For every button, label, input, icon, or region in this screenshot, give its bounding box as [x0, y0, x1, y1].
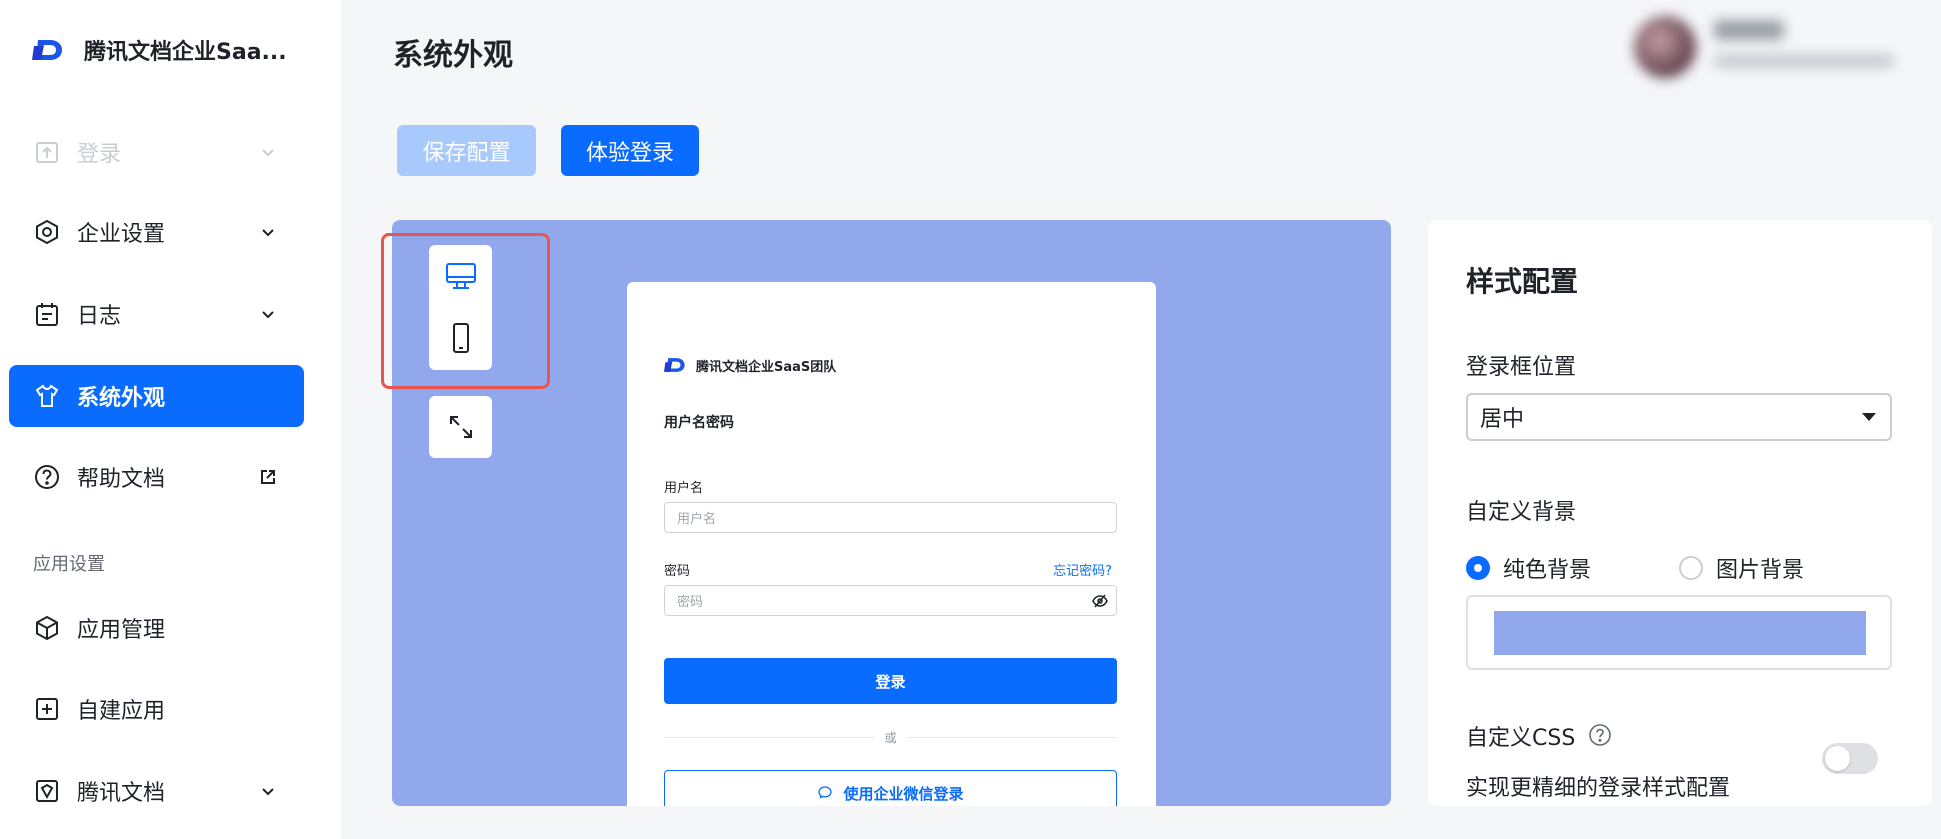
sidebar: 腾讯文档企业Saa... 登录 企业设置 日志 系统外观 帮助文档 应用设置 应… — [0, 0, 341, 839]
fullscreen-button[interactable] — [429, 396, 492, 458]
login-box-position-value: 居中 — [1480, 407, 1525, 432]
chevron-down-icon — [262, 229, 274, 237]
sidebar-item-custom-apps[interactable]: 自建应用 — [9, 678, 304, 740]
expand-icon — [449, 416, 472, 438]
sidebar-item-label: 腾讯文档 — [77, 781, 166, 806]
password-input[interactable]: 密码 — [664, 585, 1117, 616]
radio-label: 纯色背景 — [1503, 558, 1592, 583]
background-color-picker[interactable] — [1466, 595, 1892, 670]
radio-checked-icon — [1466, 556, 1490, 580]
forgot-password-link[interactable]: 忘记密码? — [1053, 560, 1112, 579]
brand[interactable]: 腾讯文档企业Saa... — [32, 34, 287, 66]
external-link-icon — [261, 470, 275, 484]
login-card-brand-name: 腾讯文档企业SaaS团队 — [696, 359, 837, 375]
cube-icon — [33, 614, 61, 642]
sidebar-item-login[interactable]: 登录 — [9, 121, 304, 183]
plus-square-icon — [33, 695, 61, 723]
shirt-icon — [33, 382, 61, 410]
brand-name: 腾讯文档企业Saa... — [84, 40, 287, 65]
wecom-login-label: 使用企业微信登录 — [843, 784, 964, 803]
login-submit-button[interactable]: 登录 — [664, 658, 1117, 704]
tencent-docs-logo-icon — [32, 40, 62, 60]
try-login-button[interactable]: 体验登录 — [561, 125, 699, 176]
toggle-knob — [1825, 746, 1850, 771]
sidebar-item-label: 系统外观 — [77, 386, 166, 411]
login-card-brand: 腾讯文档企业SaaS团队 — [664, 354, 836, 376]
password-label: 密码 — [664, 564, 691, 579]
password-placeholder: 密码 — [677, 595, 704, 610]
sidebar-item-help-docs[interactable]: 帮助文档 — [9, 446, 304, 508]
page-title: 系统外观 — [393, 38, 513, 73]
sidebar-item-enterprise-settings[interactable]: 企业设置 — [9, 201, 304, 263]
custom-css-label: 自定义CSS — [1466, 726, 1576, 751]
chevron-down-icon — [262, 788, 274, 796]
or-divider: 或 — [664, 728, 1118, 746]
user-profile[interactable] — [1634, 14, 1924, 84]
config-title: 样式配置 — [1466, 265, 1579, 298]
sidebar-item-tencent-docs[interactable]: 腾讯文档 — [9, 760, 304, 822]
custom-css-description: 实现更精细的登录样式配置 — [1466, 776, 1731, 801]
login-preview-canvas: 腾讯文档企业SaaS团队 用户名密码 用户名 用户名 密码 忘记密码? 密码 登… — [392, 220, 1391, 806]
avatar[interactable] — [1634, 16, 1696, 78]
sidebar-item-system-appearance[interactable]: 系统外观 — [9, 365, 304, 427]
or-label: 或 — [884, 730, 897, 745]
section-label-app-settings: 应用设置 — [33, 554, 105, 575]
radio-unchecked-icon — [1679, 556, 1703, 580]
desktop-monitor-icon — [445, 263, 476, 289]
username-input[interactable]: 用户名 — [664, 502, 1117, 533]
save-config-button[interactable]: 保存配置 — [397, 125, 536, 176]
sidebar-item-app-management[interactable]: 应用管理 — [9, 597, 304, 659]
login-box-position-label: 登录框位置 — [1466, 355, 1577, 380]
username-label: 用户名 — [664, 481, 704, 496]
divider-line — [906, 736, 1118, 738]
radio-label: 图片背景 — [1716, 558, 1805, 583]
sidebar-item-label: 帮助文档 — [77, 467, 166, 492]
radio-image-background[interactable]: 图片背景 — [1679, 552, 1804, 584]
login-card-preview: 腾讯文档企业SaaS团队 用户名密码 用户名 用户名 密码 忘记密码? 密码 登… — [627, 282, 1156, 806]
username-placeholder: 用户名 — [677, 512, 717, 527]
sidebar-item-label: 自建应用 — [77, 699, 166, 724]
mobile-view-button[interactable] — [429, 307, 492, 369]
wecom-icon — [818, 786, 833, 799]
color-swatch[interactable] — [1494, 611, 1866, 655]
chevron-down-icon — [262, 149, 274, 157]
tencent-docs-icon — [33, 777, 61, 805]
radio-solid-background[interactable]: 纯色背景 — [1466, 552, 1591, 584]
hexagon-settings-icon — [33, 218, 61, 246]
user-name-blurred — [1714, 20, 1784, 40]
calendar-log-icon — [33, 300, 61, 328]
custom-background-label: 自定义背景 — [1466, 500, 1577, 525]
login-method-heading: 用户名密码 — [664, 415, 734, 431]
question-circle-icon — [33, 463, 61, 491]
login-icon — [33, 138, 61, 166]
divider-line — [664, 736, 875, 738]
eye-hidden-icon[interactable] — [1092, 593, 1108, 609]
sidebar-item-log[interactable]: 日志 — [9, 283, 304, 345]
user-detail-blurred — [1714, 54, 1894, 68]
login-box-position-select[interactable]: 居中 — [1466, 393, 1892, 441]
mobile-phone-icon — [452, 323, 469, 353]
sidebar-item-label: 应用管理 — [77, 618, 166, 643]
device-switcher — [429, 245, 492, 370]
tencent-docs-logo-icon — [664, 358, 685, 372]
caret-down-icon — [1862, 413, 1876, 421]
chevron-down-icon — [262, 311, 274, 319]
help-circle-icon[interactable] — [1588, 723, 1612, 747]
sidebar-item-label: 登录 — [77, 142, 122, 167]
wecom-login-button[interactable]: 使用企业微信登录 — [664, 770, 1117, 806]
custom-css-toggle[interactable] — [1822, 743, 1878, 774]
sidebar-item-label: 企业设置 — [77, 222, 166, 247]
style-config-panel: 样式配置 登录框位置 居中 自定义背景 纯色背景 图片背景 自定义CSS 实现更… — [1428, 220, 1932, 806]
sidebar-item-label: 日志 — [77, 304, 122, 329]
desktop-view-button[interactable] — [429, 245, 492, 307]
